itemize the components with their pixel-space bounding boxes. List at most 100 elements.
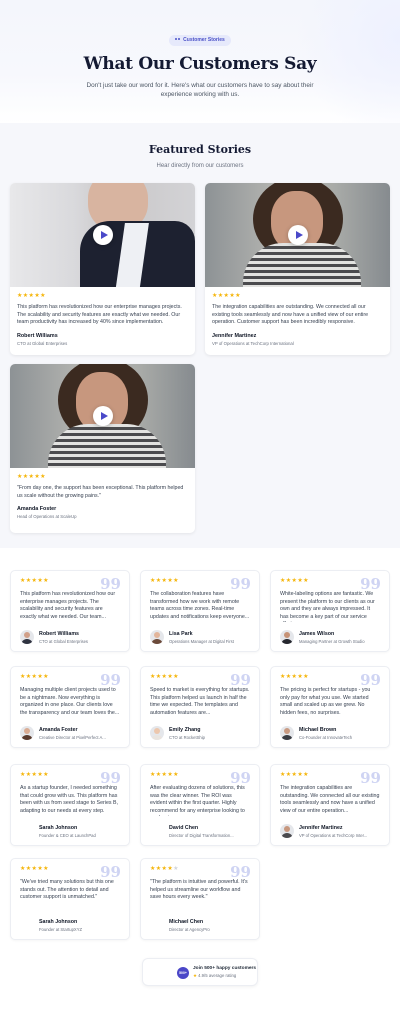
avatar (20, 918, 34, 932)
star-rating: ★★★★★ (17, 474, 46, 480)
testimonial-quote: As a startup founder, I needed something… (20, 785, 119, 814)
author-name: Michael Chen (169, 918, 204, 925)
featured-card: ★★★★★ This platform has revolutionized h… (10, 183, 195, 355)
author-role: Founder at StartupXYZ (39, 926, 83, 932)
author: James Wilson Managing Partner at Growth … (280, 630, 380, 644)
hero-section: Customer Stories What Our Customers Say … (0, 0, 400, 123)
author-name: Sarah Johnson (39, 824, 78, 831)
users-icon (175, 38, 181, 42)
avatar (20, 726, 34, 740)
author-name: Jennifer Martinez (212, 332, 257, 339)
testimonial-quote: Managing multiple client projects used t… (20, 687, 120, 716)
testimonial-quote: "From day one, the support has been exce… (17, 485, 184, 499)
author-role: Operations Manager at Digital First (169, 638, 234, 644)
customer-stories-badge: Customer Stories (169, 34, 231, 46)
author-name: Emily Zhang (169, 726, 201, 733)
video-thumbnail[interactable] (10, 183, 195, 287)
testimonial-card: 99 ★★★★★ Speed to market is everything f… (140, 666, 260, 748)
badge-label: Customer Stories (183, 37, 225, 43)
testimonial-card: 99 ★★★★★ The integration capabilities ar… (270, 764, 390, 846)
author: Michael Brown Co-Founder at InnovateTech (280, 726, 380, 740)
author-name: Amanda Foster (17, 506, 57, 513)
testimonial-quote: After evaluating dozens of solutions, th… (150, 785, 245, 816)
quote-icon: 99 (230, 671, 251, 689)
testimonial-quote: The pricing is perfect for startups - yo… (280, 687, 371, 716)
author-name: Robert Williams (17, 332, 58, 339)
author: Emily Zhang CTO at RocketShip (150, 726, 250, 740)
author-name: Lisa Park (169, 630, 193, 637)
author: Robert Williams CTO at Global Enterprise… (20, 630, 120, 644)
testimonial-card: 99 ★★★★★ As a startup founder, I needed … (10, 764, 130, 846)
author-name: Michael Brown (299, 726, 337, 733)
testimonials-grid: 99 ★★★★★ This platform has revolutionize… (0, 548, 400, 943)
quote-icon: 99 (100, 671, 121, 689)
customer-count-text: Join 500+ happy customers (193, 965, 257, 971)
author: David Chen Director of Digital Transform… (150, 824, 250, 838)
testimonial-card: 99 ★★★★★ "The platform is intuitive and … (140, 858, 260, 940)
featured-title: Featured Stories (148, 143, 252, 156)
testimonial-card: 99 ★★★★★ The pricing is perfect for star… (270, 666, 390, 748)
testimonial-card: 99 ★★★★★ The collaboration features have… (140, 570, 260, 652)
author-role: CTO at RocketShip (169, 734, 205, 740)
testimonial-quote: This platform has revolutionized how our… (17, 304, 182, 326)
avatar (20, 824, 34, 838)
author-name: Amanda Foster (39, 726, 78, 733)
author-role: Managing Partner at Growth Studio (299, 638, 365, 644)
star-filled: ★★★★ (150, 866, 174, 872)
author: Michael Chen Director at AgencyPro (150, 918, 250, 932)
author: Lisa Park Operations Manager at Digital … (150, 630, 250, 644)
featured-stories-section: Featured Stories Hear directly from our … (0, 123, 400, 548)
testimonial-card: 99 ★★★★★ White-labeling options are fant… (270, 570, 390, 652)
author-role: Head of Operations at ScaleUp (17, 514, 77, 520)
avatar (20, 630, 34, 644)
author-name: Sarah Johnson (39, 918, 78, 925)
customer-count-badge: 500+ Join 500+ happy customers ★ 4.9/5 a… (142, 958, 258, 986)
avatar (150, 726, 164, 740)
quote-icon: 99 (360, 575, 381, 593)
quote-icon: 99 (230, 769, 251, 787)
brand-logo: 500+ (177, 967, 189, 979)
testimonial-quote: White-labeling options are fantastic. We… (280, 591, 375, 622)
testimonial-quote: The integration capabilities are outstan… (280, 785, 380, 814)
video-thumbnail[interactable] (205, 183, 390, 287)
author-role: Founder & CEO at LaunchPad (39, 832, 96, 838)
star-rating: ★★★★★ (17, 293, 46, 299)
author-role: CTO at Global Enterprises (39, 638, 89, 644)
quote-icon: 99 (100, 863, 121, 881)
quote-icon: 99 (360, 769, 381, 787)
quote-icon: 99 (230, 863, 251, 881)
video-thumbnail[interactable] (10, 364, 195, 468)
author: Sarah Johnson Founder & CEO at LaunchPad (20, 824, 120, 838)
author-name: Jennifer Martinez (299, 824, 343, 831)
testimonial-quote: Speed to market is everything for startu… (150, 687, 250, 716)
page-subtitle: Don't just take our word for it. Here's … (86, 82, 314, 98)
play-icon[interactable] (92, 406, 113, 426)
avatar (150, 918, 164, 932)
author-name: David Chen (169, 824, 199, 831)
testimonial-quote: The integration capabilities are outstan… (212, 304, 369, 326)
quote-icon: 99 (360, 671, 381, 689)
author-role: Co-Founder at InnovateTech (299, 734, 353, 740)
testimonial-card: 99 ★★★★★ "We've tried many solutions but… (10, 858, 130, 940)
testimonial-card: 99 ★★★★★ After evaluating dozens of solu… (140, 764, 260, 846)
play-icon[interactable] (92, 225, 113, 245)
avatar (150, 824, 164, 838)
testimonial-card: 99 ★★★★★ This platform has revolutionize… (10, 570, 130, 652)
author-role: VP of Operations at TechCorp Internation… (212, 340, 294, 346)
testimonial-quote: "We've tried many solutions but this one… (20, 879, 114, 901)
avatar (280, 726, 294, 740)
author-role: Creative Director at PixelPerfect A... (39, 734, 106, 740)
author-role: Director at AgencyPro (169, 926, 210, 932)
quote-icon: 99 (230, 575, 251, 593)
page-title: What Our Customers Say (83, 54, 317, 74)
author-name: James Wilson (299, 630, 335, 637)
author-name: Robert Williams (39, 630, 79, 637)
average-rating: 4.9/5 average rating (198, 972, 237, 978)
quote-icon: 99 (100, 769, 121, 787)
rating-text: ★ 4.9/5 average rating (193, 973, 256, 979)
author-role: CTO at Global Enterprises (17, 340, 68, 346)
star-empty: ★ (173, 866, 179, 872)
play-icon[interactable] (287, 225, 308, 245)
featured-card: ★★★★★ The integration capabilities are o… (205, 183, 390, 355)
quote-icon: 99 (100, 575, 121, 593)
